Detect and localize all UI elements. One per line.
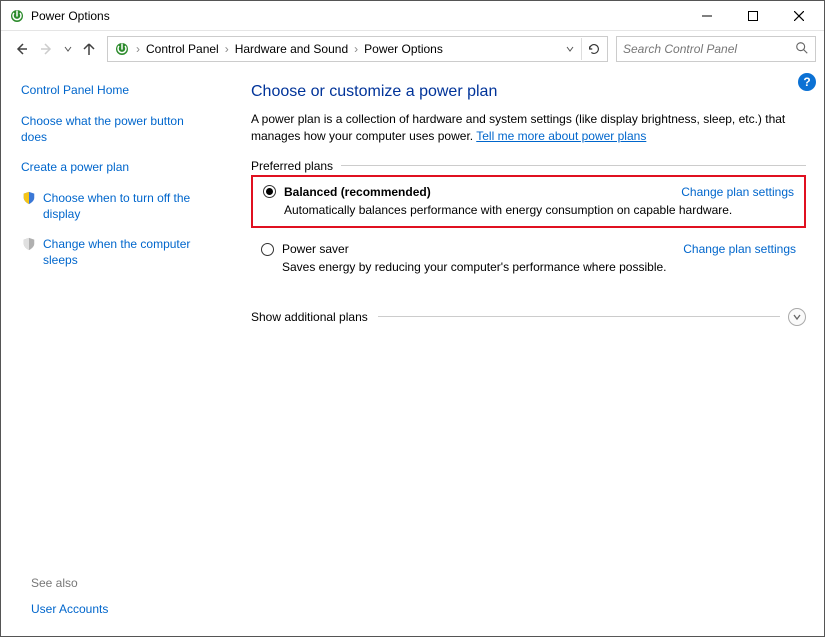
search-input[interactable] xyxy=(623,42,795,56)
search-box[interactable] xyxy=(616,36,816,62)
control-panel-home-link[interactable]: Control Panel Home xyxy=(21,83,201,97)
up-button[interactable] xyxy=(77,37,101,61)
page-description: A power plan is a collection of hardware… xyxy=(251,111,806,145)
sidebar-link-sleep[interactable]: Change when the computer sleeps xyxy=(43,236,201,268)
forward-button[interactable] xyxy=(35,37,59,61)
plan-radio-power-saver[interactable] xyxy=(261,243,274,256)
preferred-plans-label: Preferred plans xyxy=(251,159,806,173)
shield-icon xyxy=(21,236,37,252)
shield-icon xyxy=(21,190,37,206)
content-area: Control Panel Home Choose what the power… xyxy=(1,67,824,636)
chevron-right-icon: › xyxy=(352,42,360,56)
sidebar: Control Panel Home Choose what the power… xyxy=(1,67,211,636)
window-title: Power Options xyxy=(31,9,684,23)
show-additional-label: Show additional plans xyxy=(251,310,378,324)
address-dropdown[interactable] xyxy=(561,38,579,60)
tell-me-more-link[interactable]: Tell me more about power plans xyxy=(476,129,646,143)
title-bar: Power Options xyxy=(1,1,824,31)
plan-name[interactable]: Balanced (recommended) xyxy=(284,185,681,199)
breadcrumb-item[interactable]: Control Panel xyxy=(142,42,223,56)
breadcrumb: Control Panel › Hardware and Sound › Pow… xyxy=(142,42,561,56)
power-options-icon xyxy=(9,8,25,24)
refresh-button[interactable] xyxy=(581,38,605,60)
nav-toolbar: › Control Panel › Hardware and Sound › P… xyxy=(1,31,824,67)
window-controls xyxy=(684,1,822,31)
plan-description: Saves energy by reducing your computer's… xyxy=(282,260,796,276)
expand-chevron-icon[interactable] xyxy=(788,308,806,326)
maximize-button[interactable] xyxy=(730,1,776,31)
page-heading: Choose or customize a power plan xyxy=(251,83,806,101)
power-options-icon xyxy=(112,39,132,59)
back-button[interactable] xyxy=(9,37,33,61)
chevron-right-icon: › xyxy=(223,42,231,56)
sidebar-link-create-plan[interactable]: Create a power plan xyxy=(21,159,201,175)
address-bar[interactable]: › Control Panel › Hardware and Sound › P… xyxy=(107,36,608,62)
sidebar-link-display-off[interactable]: Choose when to turn off the display xyxy=(43,190,201,222)
see-also-user-accounts[interactable]: User Accounts xyxy=(21,602,201,616)
breadcrumb-item[interactable]: Hardware and Sound xyxy=(231,42,352,56)
plan-radio-balanced[interactable] xyxy=(263,185,276,198)
change-plan-settings-link[interactable]: Change plan settings xyxy=(683,242,796,256)
sidebar-link-power-button[interactable]: Choose what the power button does xyxy=(21,113,201,145)
search-icon xyxy=(795,41,809,58)
main-panel: ? Choose or customize a power plan A pow… xyxy=(211,67,824,636)
chevron-right-icon: › xyxy=(134,42,142,56)
minimize-button[interactable] xyxy=(684,1,730,31)
show-additional-plans[interactable]: Show additional plans xyxy=(251,308,806,326)
recent-locations-dropdown[interactable] xyxy=(61,37,75,61)
change-plan-settings-link[interactable]: Change plan settings xyxy=(681,185,794,199)
plan-name[interactable]: Power saver xyxy=(282,242,683,256)
help-icon[interactable]: ? xyxy=(798,73,816,91)
plan-power-saver: Power saver Change plan settings Saves e… xyxy=(251,234,806,284)
see-also-label: See also xyxy=(21,576,201,590)
close-button[interactable] xyxy=(776,1,822,31)
plan-balanced: Balanced (recommended) Change plan setti… xyxy=(251,175,806,229)
breadcrumb-item[interactable]: Power Options xyxy=(360,42,447,56)
plan-description: Automatically balances performance with … xyxy=(284,203,794,219)
